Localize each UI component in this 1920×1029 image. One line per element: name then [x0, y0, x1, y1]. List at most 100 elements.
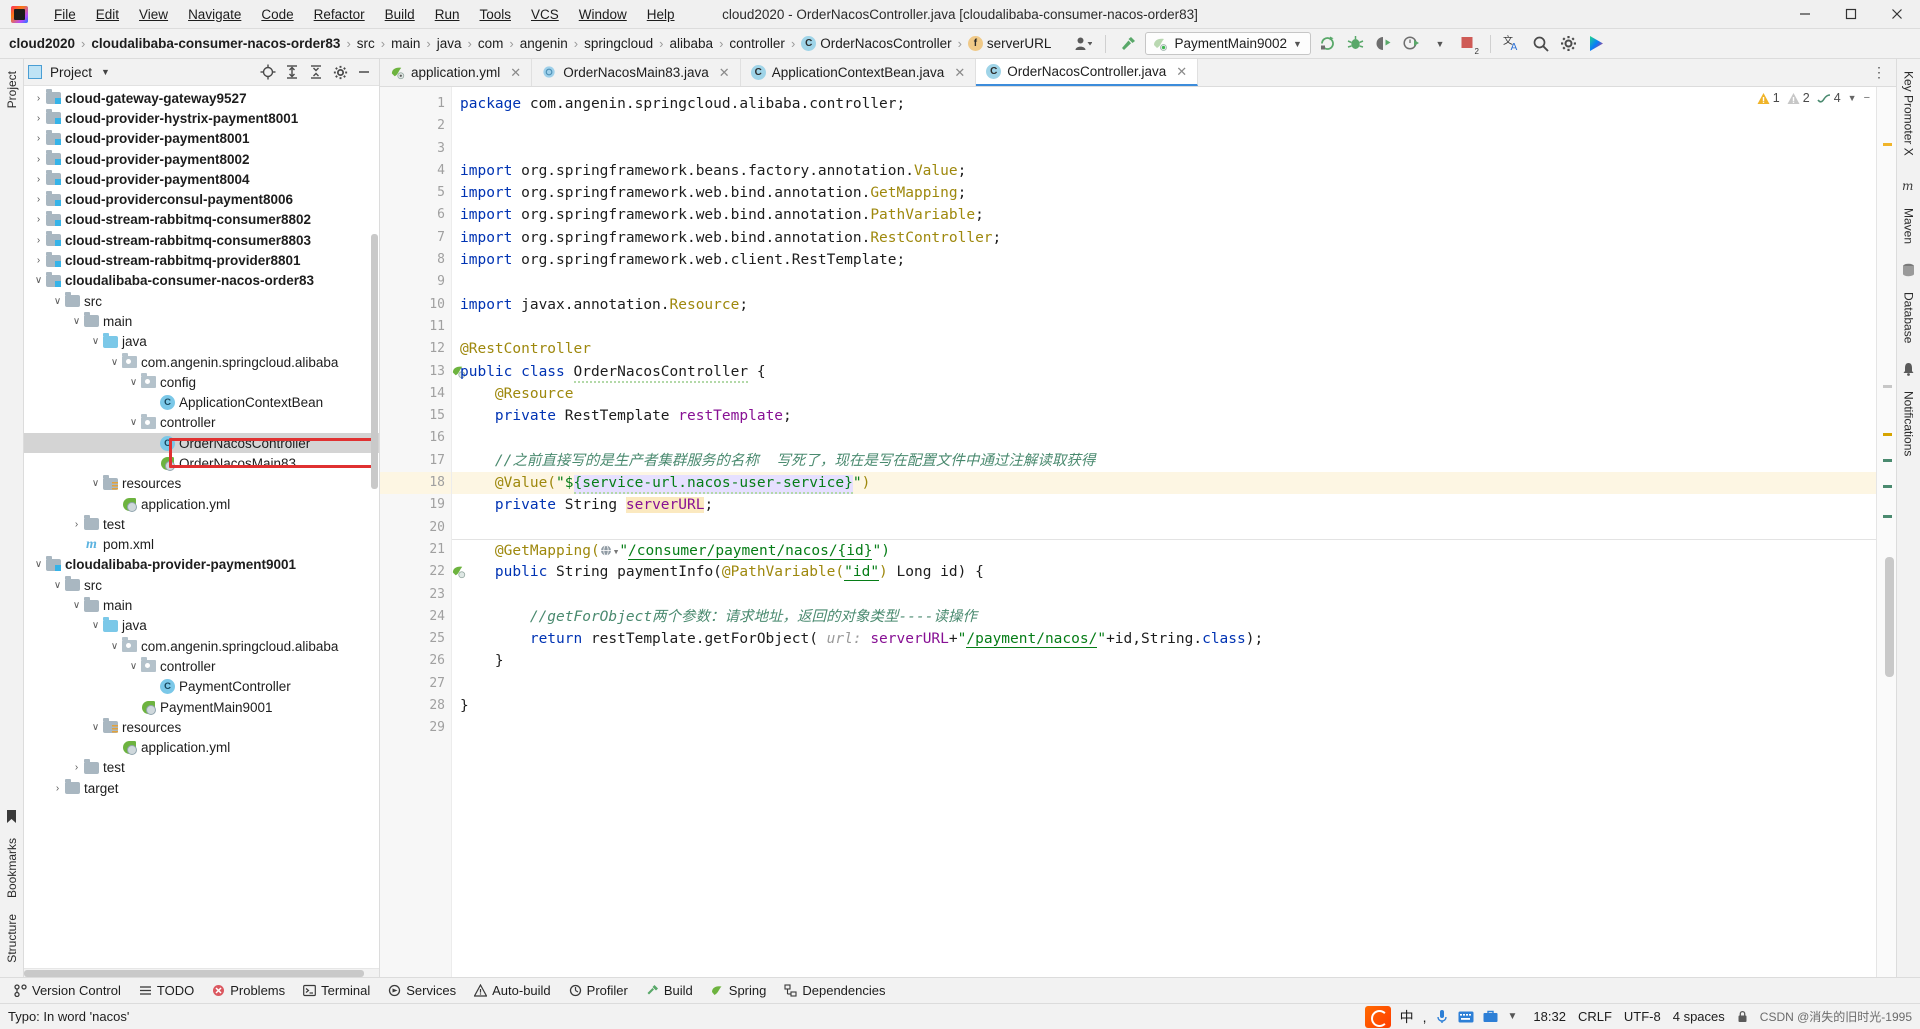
chevron-down-icon[interactable]: ∨	[70, 600, 83, 611]
tree-node[interactable]: › test	[24, 514, 379, 534]
tree-node[interactable]: C ApplicationContextBean	[24, 392, 379, 412]
line-number[interactable]: 12	[380, 338, 451, 360]
ime-toolbox-icon[interactable]	[1483, 1010, 1498, 1023]
code-line[interactable]	[452, 517, 1876, 539]
close-icon[interactable]: ✕	[719, 65, 730, 81]
chevron-down-icon[interactable]: ∨	[89, 336, 102, 347]
code-line[interactable]	[452, 584, 1876, 606]
line-number[interactable]: 22	[380, 561, 466, 583]
tree-node[interactable]: › cloud-providerconsul-payment8006	[24, 189, 379, 209]
chevron-down-icon[interactable]: ▼	[1293, 39, 1302, 49]
code-line[interactable]: @GetMapping(▾"/consumer/payment/nacos/{i…	[452, 538, 1876, 561]
tree-node[interactable]: ∨ cloudalibaba-consumer-nacos-order83	[24, 271, 379, 291]
rail-tab-maven[interactable]: Maven	[1899, 200, 1919, 252]
chevron-right-icon[interactable]: ›	[32, 154, 45, 165]
code-line[interactable]: //getForObject两个参数：请求地址，返回的对象类型----读操作	[452, 606, 1876, 628]
chevron-right-icon[interactable]: ›	[32, 133, 45, 144]
tree-node[interactable]: ∨ controller	[24, 413, 379, 433]
inspection-mark[interactable]	[1883, 433, 1892, 436]
code-line[interactable]: }	[452, 650, 1876, 672]
tool-spring[interactable]: Spring	[703, 981, 775, 1000]
line-number[interactable]: 11	[380, 316, 451, 338]
maven-icon[interactable]: m	[1901, 178, 1917, 194]
tree-node[interactable]: ∨ java	[24, 616, 379, 636]
tree-node[interactable]: ∨ main	[24, 311, 379, 331]
tree-node[interactable]: ∨ com.angenin.springcloud.alibaba	[24, 636, 379, 656]
menu-refactor[interactable]: Refactor	[304, 4, 375, 25]
tree-node[interactable]: › cloud-stream-rabbitmq-consumer8802	[24, 210, 379, 230]
notifications-bell-icon[interactable]	[1901, 361, 1917, 377]
chevron-down-icon[interactable]: ∨	[51, 580, 64, 591]
line-number[interactable]: 2	[380, 115, 451, 137]
chevron-down-icon[interactable]: ∨	[70, 316, 83, 327]
menu-run[interactable]: Run	[425, 4, 470, 25]
tree-horizontal-scrollbar[interactable]	[24, 968, 379, 977]
tool-todo[interactable]: TODO	[131, 981, 202, 1000]
chevron-right-icon[interactable]: ›	[32, 93, 45, 104]
tree-node[interactable]: ∨ resources	[24, 717, 379, 737]
tree-node[interactable]: m pom.xml	[24, 535, 379, 555]
coverage-icon[interactable]	[1373, 33, 1395, 55]
tool-services[interactable]: Services	[380, 981, 464, 1000]
code-line[interactable]: import org.springframework.web.bind.anno…	[452, 204, 1876, 226]
menu-tools[interactable]: Tools	[469, 4, 521, 25]
line-number[interactable]: 13	[380, 361, 466, 383]
breadcrumb-main[interactable]: main	[388, 36, 423, 51]
settings-gear-icon[interactable]	[329, 61, 351, 83]
hide-panel-icon[interactable]	[353, 61, 375, 83]
breadcrumb-class[interactable]: C OrderNacosController	[798, 36, 954, 51]
inspection-mark[interactable]	[1883, 485, 1892, 488]
tool-profiler[interactable]: Profiler	[561, 981, 636, 1000]
code-line[interactable]: }	[452, 695, 1876, 717]
code-line[interactable]	[452, 138, 1876, 160]
rail-tab-structure[interactable]: Structure	[2, 906, 22, 971]
line-number[interactable]: 10	[380, 294, 451, 316]
menu-navigate[interactable]: Navigate	[178, 4, 251, 25]
rail-tab-project[interactable]: Project	[2, 63, 22, 116]
chevron-right-icon[interactable]: ›	[70, 519, 83, 530]
code-line[interactable]: @Resource	[452, 383, 1876, 405]
tree-node[interactable]: › cloud-provider-payment8002	[24, 149, 379, 169]
code-line[interactable]	[452, 316, 1876, 338]
chevron-down-icon[interactable]: ∨	[89, 722, 102, 733]
close-icon[interactable]: ✕	[954, 65, 965, 81]
sogou-ime-icon[interactable]	[1364, 1005, 1391, 1028]
ime-keyboard-icon[interactable]	[1458, 1011, 1474, 1023]
status-line-separator[interactable]: CRLF	[1578, 1009, 1612, 1024]
expand-all-icon[interactable]	[281, 61, 303, 83]
code-line[interactable]: @RestController	[452, 338, 1876, 360]
chevron-down-icon[interactable]: ∨	[108, 641, 121, 652]
line-number[interactable]: 3	[380, 138, 451, 160]
locate-icon[interactable]	[257, 61, 279, 83]
menu-build[interactable]: Build	[375, 4, 425, 25]
line-number[interactable]: 20	[380, 517, 451, 539]
inspection-mark[interactable]	[1883, 459, 1892, 462]
dropdown-arrow-icon[interactable]: ▼	[1429, 33, 1451, 55]
ime-chinese-toggle[interactable]: 中	[1400, 1007, 1414, 1027]
menu-file[interactable]: File	[44, 4, 86, 25]
rail-tab-bookmarks[interactable]: Bookmarks	[2, 830, 22, 906]
inspection-gutter[interactable]	[1876, 87, 1896, 977]
line-number[interactable]: 28	[380, 695, 451, 717]
chevron-down-icon[interactable]: ▼	[1848, 93, 1857, 103]
tab-application-yml[interactable]: application.yml ✕	[380, 59, 533, 86]
breadcrumb-cloud2020[interactable]: cloud2020	[6, 36, 78, 51]
rail-tab-notifications[interactable]: Notifications	[1899, 383, 1919, 464]
database-icon[interactable]	[1901, 262, 1917, 278]
status-encoding[interactable]: UTF-8	[1624, 1009, 1661, 1024]
tree-node[interactable]: ∨ src	[24, 291, 379, 311]
menu-window[interactable]: Window	[569, 4, 637, 25]
tree-node[interactable]: › cloud-provider-payment8001	[24, 129, 379, 149]
chevron-right-icon[interactable]: ›	[51, 783, 64, 794]
chevron-right-icon[interactable]: ›	[32, 235, 45, 246]
tree-node[interactable]: application.yml	[24, 494, 379, 514]
line-number[interactable]: 7	[380, 227, 451, 249]
tool-problems[interactable]: Problems	[204, 981, 293, 1000]
chevron-down-icon[interactable]: ∨	[108, 357, 121, 368]
line-number[interactable]: 27	[380, 673, 451, 695]
stop-icon[interactable]: 2	[1457, 33, 1479, 56]
code-line[interactable]	[452, 427, 1876, 449]
line-number[interactable]: 14	[380, 383, 451, 405]
line-number[interactable]: 1	[380, 93, 451, 115]
tree-node[interactable]: ∨ src	[24, 575, 379, 595]
